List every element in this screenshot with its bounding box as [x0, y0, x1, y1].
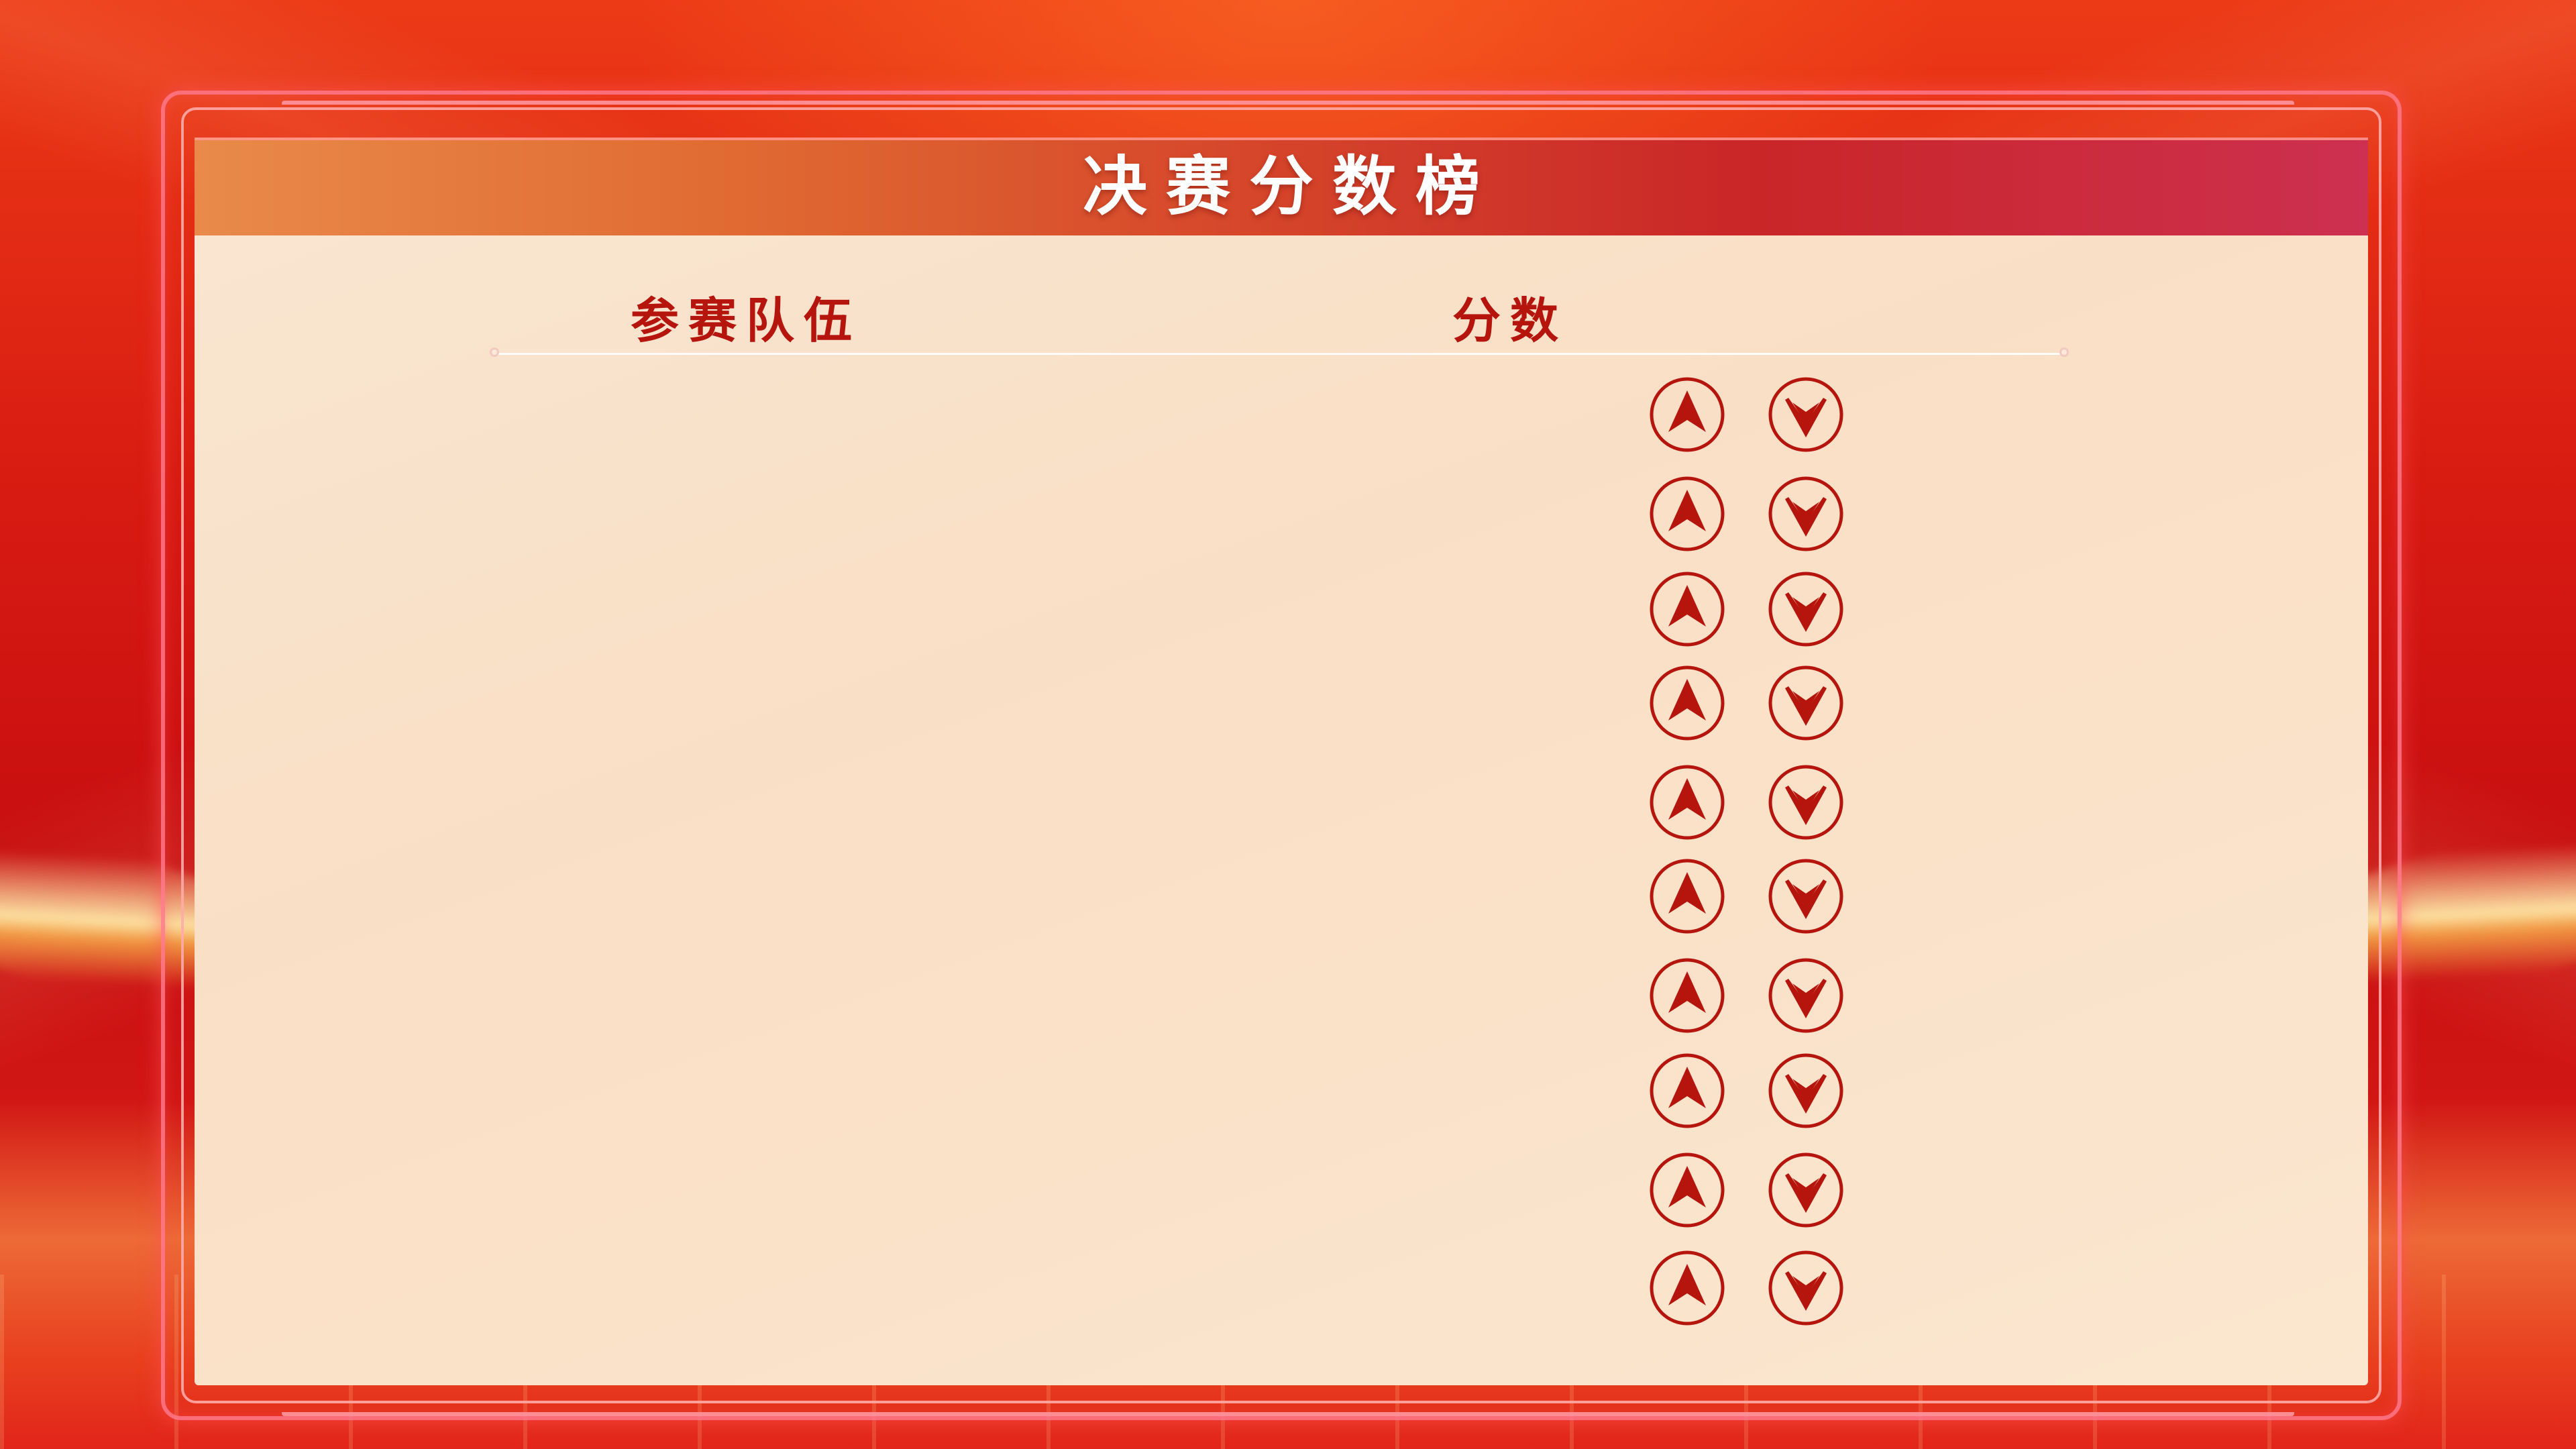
table-row [496, 569, 2066, 649]
table-row [496, 474, 2066, 554]
arrow-up-circle-icon [1648, 475, 1726, 553]
team-name [631, 762, 1033, 843]
score-value [1449, 474, 1650, 554]
arrow-up-circle-icon [1648, 1052, 1726, 1130]
score-up-button[interactable] [1648, 857, 1726, 935]
arrow-up-circle-icon [1648, 857, 1726, 935]
arrow-up-circle-icon [1648, 763, 1726, 841]
score-value [1449, 762, 1650, 843]
team-name [631, 374, 1033, 455]
table-row [496, 1150, 2066, 1230]
arrow-up-circle-icon [1648, 957, 1726, 1034]
arrow-up-circle-icon [1648, 570, 1726, 648]
score-up-button[interactable] [1648, 957, 1726, 1034]
table-row [496, 374, 2066, 455]
arrow-up-circle-icon [1648, 1249, 1726, 1327]
chevron-down-circle-icon [1767, 763, 1845, 841]
chevron-down-circle-icon [1767, 664, 1845, 742]
chevron-down-circle-icon [1767, 1249, 1845, 1327]
score-value [1449, 569, 1650, 649]
score-value [1449, 955, 1650, 1036]
score-down-button[interactable] [1767, 475, 1845, 553]
score-value [1449, 1248, 1650, 1328]
table-row [496, 955, 2066, 1036]
score-value [1449, 856, 1650, 936]
score-down-button[interactable] [1767, 857, 1845, 935]
team-name [631, 474, 1033, 554]
score-down-button[interactable] [1767, 1052, 1845, 1130]
score-down-button[interactable] [1767, 570, 1845, 648]
score-value [1449, 1150, 1650, 1230]
score-up-button[interactable] [1648, 1249, 1726, 1327]
score-down-button[interactable] [1767, 1151, 1845, 1229]
score-rows [0, 0, 2576, 1449]
score-up-button[interactable] [1648, 763, 1726, 841]
score-up-button[interactable] [1648, 570, 1726, 648]
chevron-down-circle-icon [1767, 570, 1845, 648]
score-down-button[interactable] [1767, 957, 1845, 1034]
chevron-down-circle-icon [1767, 857, 1845, 935]
score-down-button[interactable] [1767, 1249, 1845, 1327]
chevron-down-circle-icon [1767, 376, 1845, 453]
table-row [496, 1248, 2066, 1328]
chevron-down-circle-icon [1767, 1151, 1845, 1229]
score-down-button[interactable] [1767, 376, 1845, 453]
score-up-button[interactable] [1648, 1052, 1726, 1130]
arrow-up-circle-icon [1648, 1151, 1726, 1229]
score-down-button[interactable] [1767, 664, 1845, 742]
table-row [496, 762, 2066, 843]
team-name [631, 663, 1033, 743]
team-name [631, 955, 1033, 1036]
chevron-down-circle-icon [1767, 475, 1845, 553]
team-name [631, 856, 1033, 936]
score-down-button[interactable] [1767, 763, 1845, 841]
score-value [1449, 374, 1650, 455]
score-up-button[interactable] [1648, 376, 1726, 453]
chevron-down-circle-icon [1767, 1052, 1845, 1130]
table-row [496, 1051, 2066, 1131]
score-value [1449, 663, 1650, 743]
team-name [631, 1150, 1033, 1230]
arrow-up-circle-icon [1648, 376, 1726, 453]
team-name [631, 1051, 1033, 1131]
table-row [496, 663, 2066, 743]
team-name [631, 1248, 1033, 1328]
team-name [631, 569, 1033, 649]
score-up-button[interactable] [1648, 1151, 1726, 1229]
chevron-down-circle-icon [1767, 957, 1845, 1034]
arrow-up-circle-icon [1648, 664, 1726, 742]
table-row [496, 856, 2066, 936]
score-up-button[interactable] [1648, 664, 1726, 742]
score-up-button[interactable] [1648, 475, 1726, 553]
score-value [1449, 1051, 1650, 1131]
